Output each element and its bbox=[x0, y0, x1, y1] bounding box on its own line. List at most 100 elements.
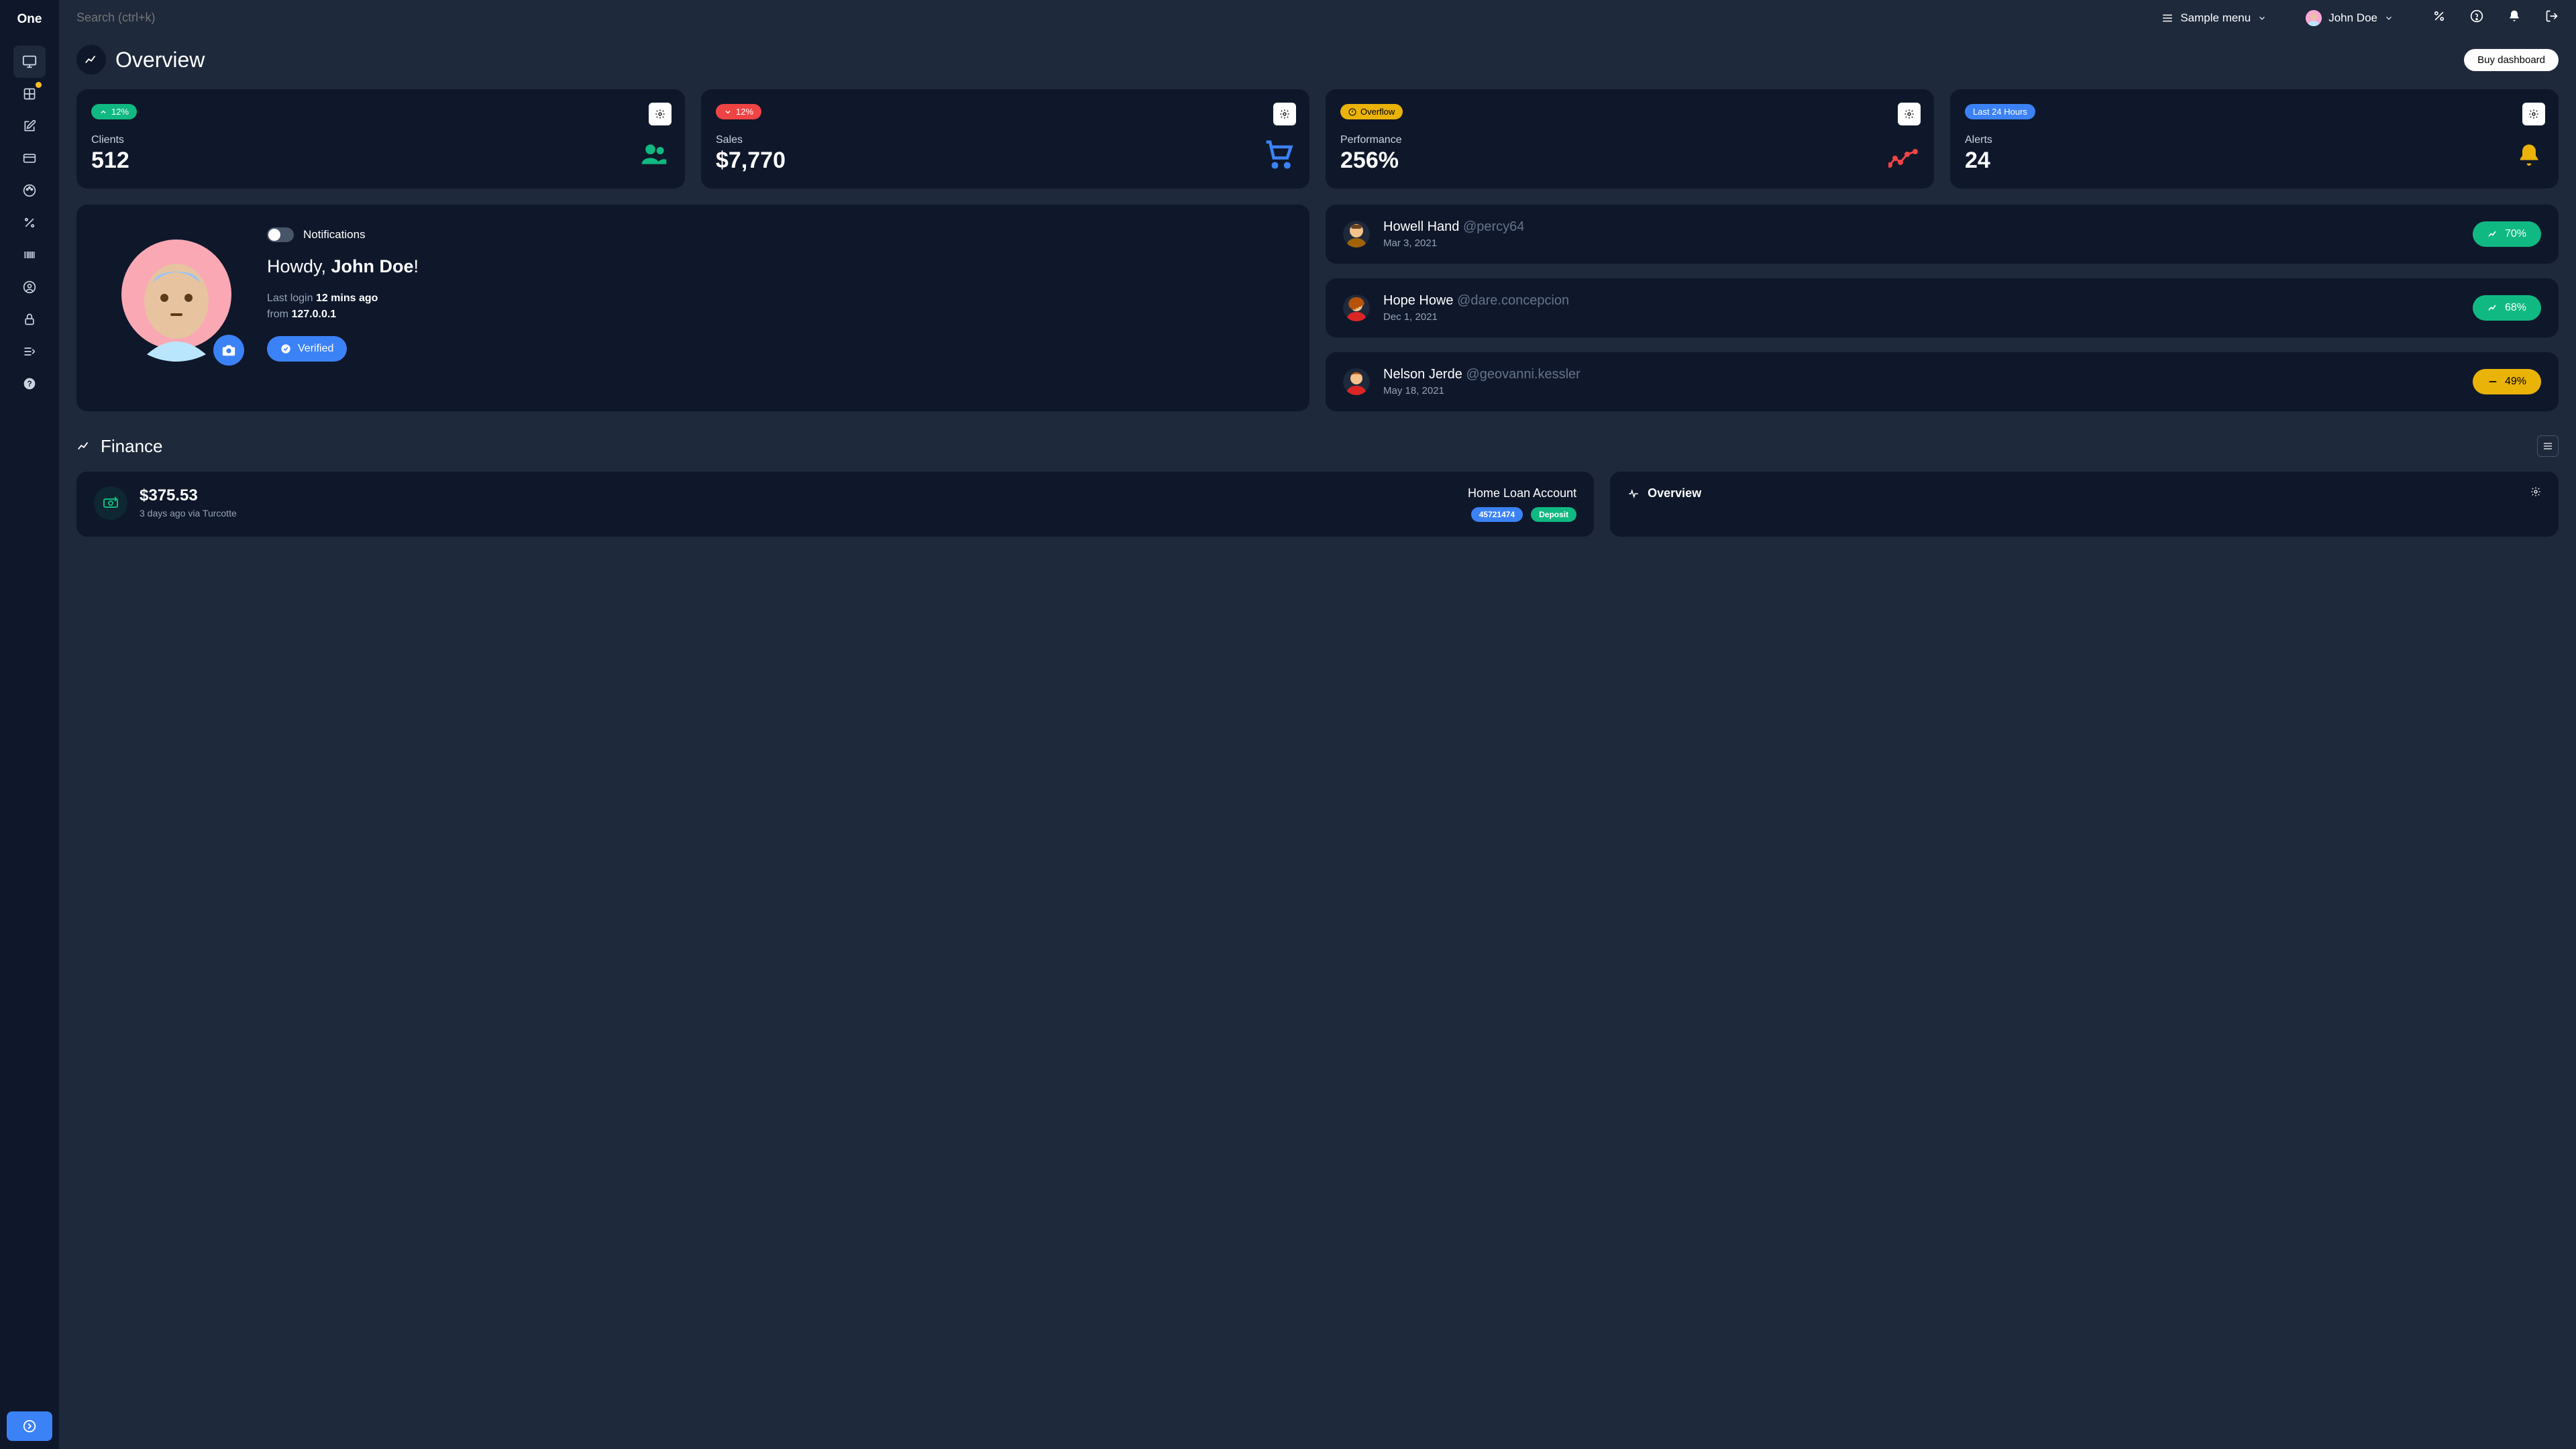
overview-title: Overview bbox=[115, 48, 205, 72]
sidebar-item-responsive[interactable] bbox=[13, 207, 46, 239]
sidebar-item-ui[interactable] bbox=[13, 142, 46, 174]
pulse-icon bbox=[1627, 488, 1640, 500]
finance-icon bbox=[76, 439, 91, 453]
chevron-up-icon bbox=[99, 108, 107, 116]
palette-icon bbox=[23, 184, 36, 197]
sidebar-item-collapse[interactable] bbox=[13, 335, 46, 368]
sidebar-item-help[interactable]: ? bbox=[13, 368, 46, 400]
person-handle: @percy64 bbox=[1463, 219, 1524, 234]
percent-pill: 70% bbox=[2473, 221, 2541, 247]
theme-toggle[interactable] bbox=[2432, 9, 2446, 26]
person-date: Mar 3, 2021 bbox=[1383, 237, 2459, 249]
logout-icon bbox=[2545, 9, 2559, 23]
person-name: Hope Howe @dare.concepcion bbox=[1383, 293, 2459, 309]
stat-label: Clients bbox=[91, 134, 670, 146]
sidebar-collapse-button[interactable] bbox=[7, 1411, 52, 1441]
sidebar-item-security[interactable] bbox=[13, 303, 46, 335]
buy-dashboard-button[interactable]: Buy dashboard bbox=[2464, 49, 2559, 71]
gear-icon bbox=[1904, 109, 1915, 119]
gear-icon bbox=[2530, 486, 2541, 497]
cart-icon bbox=[1264, 140, 1293, 172]
svg-text:?: ? bbox=[27, 380, 32, 388]
card-settings-button[interactable] bbox=[2522, 103, 2545, 125]
percent-value: 70% bbox=[2505, 228, 2526, 240]
bell-icon bbox=[2508, 9, 2521, 23]
sidebar-item-tables[interactable] bbox=[13, 78, 46, 110]
user-name: John Doe bbox=[2328, 11, 2377, 25]
list-item: Howell Hand @percy64 Mar 3, 2021 70% bbox=[1326, 205, 2559, 264]
sidebar-item-styles[interactable] bbox=[13, 174, 46, 207]
person-date: May 18, 2021 bbox=[1383, 385, 2459, 396]
notifications-button[interactable] bbox=[2508, 9, 2521, 26]
overview-icon bbox=[76, 45, 106, 74]
list-item: Hope Howe @dare.concepcion Dec 1, 2021 68… bbox=[1326, 278, 2559, 337]
collapse-icon bbox=[23, 345, 36, 358]
list-item: Nelson Jerde @geovanni.kesslerMay 18, 20… bbox=[1326, 352, 2559, 411]
percent-pill: 49% bbox=[2473, 369, 2541, 394]
stat-card-sales: 12% Sales $7,770 bbox=[701, 89, 1309, 189]
sidebar-item-forms[interactable] bbox=[13, 110, 46, 142]
time-pill: Last 24 Hours bbox=[1965, 104, 2035, 119]
finance-menu-button[interactable] bbox=[2537, 435, 2559, 457]
notifications-toggle[interactable] bbox=[267, 227, 294, 242]
user-circle-icon bbox=[23, 280, 36, 294]
percent-pill: 68% bbox=[2473, 295, 2541, 321]
login-meta: Last login 12 mins ago from 127.0.0.1 bbox=[267, 290, 1287, 323]
person-handle: @dare.concepcion bbox=[1457, 293, 1569, 308]
help-button[interactable] bbox=[2470, 9, 2483, 26]
sidebar-item-profile[interactable] bbox=[13, 271, 46, 303]
logout-button[interactable] bbox=[2545, 9, 2559, 26]
sample-menu-label: Sample menu bbox=[2180, 11, 2251, 25]
sidebar-item-dashboard[interactable] bbox=[13, 46, 46, 78]
verified-button[interactable]: Verified bbox=[267, 336, 347, 362]
stat-value: 512 bbox=[91, 148, 670, 174]
overflow-pill: Overflow bbox=[1340, 104, 1403, 119]
finance-title: Finance bbox=[101, 436, 163, 457]
account-name: Home Loan Account bbox=[249, 486, 1576, 500]
user-menu[interactable]: John Doe bbox=[2306, 10, 2394, 26]
avatar bbox=[1343, 368, 1370, 395]
trend-icon bbox=[2487, 303, 2498, 313]
person-date: Dec 1, 2021 bbox=[1383, 311, 2459, 323]
pill-value: Last 24 Hours bbox=[1973, 107, 2027, 117]
greeting: Howdy, John Doe! bbox=[267, 256, 1287, 278]
person-handle: @geovanni.kessler bbox=[1466, 367, 1580, 382]
stat-value: 24 bbox=[1965, 148, 2544, 174]
alert-icon bbox=[1348, 108, 1356, 116]
cash-icon bbox=[94, 486, 127, 520]
percent-value: 68% bbox=[2505, 302, 2526, 314]
deposit-chip: Deposit bbox=[1531, 507, 1576, 522]
finance-transaction-card: $375.53 3 days ago via Turcotte Home Loa… bbox=[76, 472, 1594, 537]
overview-panel-settings[interactable] bbox=[2530, 486, 2541, 500]
person-name: Howell Hand @percy64 bbox=[1383, 219, 2459, 235]
gear-icon bbox=[655, 109, 665, 119]
trend-pill-up: 12% bbox=[91, 104, 137, 119]
card-settings-button[interactable] bbox=[1273, 103, 1296, 125]
chevron-down-icon bbox=[2257, 13, 2267, 23]
card-settings-button[interactable] bbox=[649, 103, 672, 125]
people-list: Howell Hand @percy64 Mar 3, 2021 70% Hope… bbox=[1326, 205, 2559, 411]
change-avatar-button[interactable] bbox=[213, 335, 244, 366]
sample-menu-dropdown[interactable]: Sample menu bbox=[2161, 11, 2267, 25]
stat-value: 256% bbox=[1340, 148, 1919, 174]
notification-dot bbox=[36, 82, 42, 88]
camera-icon bbox=[221, 343, 236, 358]
card-icon bbox=[23, 152, 36, 165]
overview-panel-title: Overview bbox=[1648, 486, 1701, 500]
user-avatar-sm bbox=[2306, 10, 2322, 26]
search-input[interactable] bbox=[76, 11, 2149, 25]
transaction-amount: $375.53 bbox=[140, 486, 237, 505]
gear-icon bbox=[2528, 109, 2539, 119]
chart-line-icon bbox=[76, 439, 91, 453]
sidebar-item-barcode[interactable] bbox=[13, 239, 46, 271]
card-settings-button[interactable] bbox=[1898, 103, 1921, 125]
pill-value: 12% bbox=[111, 107, 129, 117]
profile-card: Notifications Howdy, John Doe! Last logi… bbox=[76, 205, 1309, 411]
check-badge-icon bbox=[280, 343, 291, 354]
stat-card-clients: 12% Clients 512 bbox=[76, 89, 685, 189]
notifications-label: Notifications bbox=[303, 228, 366, 241]
verified-label: Verified bbox=[298, 343, 333, 355]
stat-value: $7,770 bbox=[716, 148, 1295, 174]
avatar bbox=[1343, 294, 1370, 321]
gear-icon bbox=[1279, 109, 1290, 119]
